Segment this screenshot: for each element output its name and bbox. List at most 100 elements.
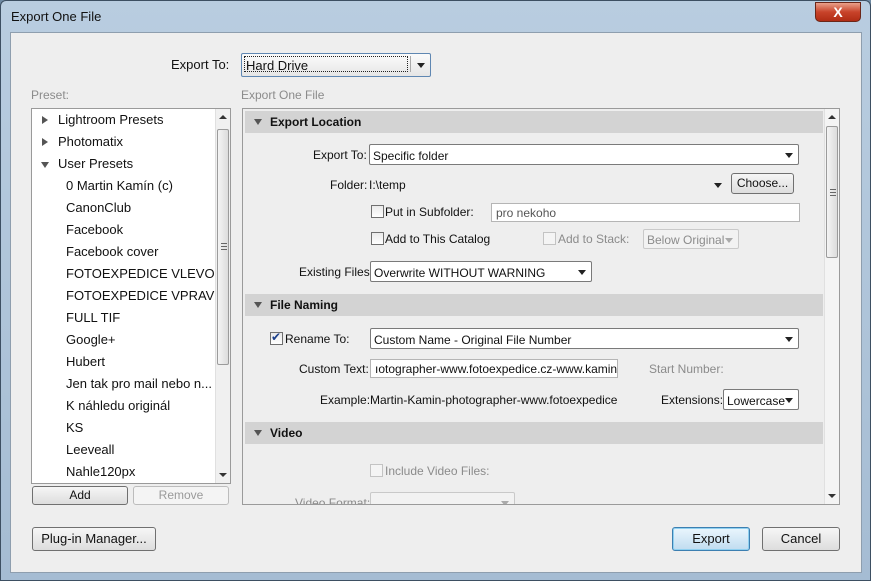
start-number-label: Start Number:: [649, 362, 724, 376]
window-title: Export One File: [11, 9, 102, 24]
existing-files-select[interactable]: Overwrite WITHOUT WARNING: [370, 261, 592, 282]
section-export-location[interactable]: Export Location: [245, 111, 823, 133]
grip-line: [830, 195, 836, 196]
chevron-down-icon: [417, 63, 425, 68]
custom-text-input[interactable]: ıotographer-www.fotoexpedice.cz-www.kami…: [370, 359, 618, 378]
folder-history-dropdown-icon[interactable]: [714, 183, 722, 188]
preset-item[interactable]: FOTOEXPEDICE VLEVO: [66, 263, 215, 285]
preset-item[interactable]: Hubert: [66, 351, 105, 373]
preset-item[interactable]: CanonClub: [66, 197, 131, 219]
section-file-naming[interactable]: File Naming: [245, 294, 823, 316]
preset-scrollbar[interactable]: [215, 109, 230, 483]
group-label: Photomatix: [58, 134, 124, 149]
preset-item[interactable]: Google+: [66, 329, 116, 351]
scroll-up-icon[interactable]: [219, 115, 227, 119]
scroll-down-icon[interactable]: [219, 473, 227, 477]
grip-line: [830, 189, 836, 190]
scroll-thumb[interactable]: [826, 126, 838, 258]
preset-item[interactable]: Facebook: [66, 219, 123, 241]
preset-item[interactable]: Nahle120px: [66, 461, 135, 483]
rename-checkbox[interactable]: [270, 330, 283, 345]
chevron-down-icon: [501, 501, 509, 504]
scroll-up-icon[interactable]: [828, 115, 836, 119]
stack-position-select[interactable]: Below Original: [643, 229, 739, 249]
settings-scrollbar[interactable]: [824, 109, 839, 504]
collapse-arrow-icon: [254, 430, 262, 436]
select-value: Lowercase: [727, 394, 786, 408]
rename-template-select[interactable]: Custom Name - Original File Number: [370, 328, 799, 349]
include-video-label: Include Video Files:: [385, 464, 490, 478]
export-to-value: Hard Drive: [246, 58, 309, 73]
export-to-select[interactable]: Hard Drive: [241, 53, 431, 77]
section-title: Export Location: [270, 115, 362, 129]
choose-folder-button[interactable]: Choose...: [731, 173, 794, 194]
folder-value: I:\temp: [369, 178, 406, 192]
add-preset-button[interactable]: Add: [32, 486, 128, 505]
group-label: User Presets: [58, 156, 134, 171]
preset-item[interactable]: 0 Martin Kamín (c): [66, 175, 173, 197]
existing-files-label: Existing Files:: [299, 265, 374, 279]
extensions-label: Extensions:: [661, 393, 724, 407]
dialog-body: Export To: Hard Drive Preset: Lightroom …: [10, 32, 862, 573]
chevron-down-icon: [785, 337, 793, 342]
close-button[interactable]: X: [815, 2, 861, 22]
export-button[interactable]: Export: [672, 527, 750, 551]
panel-title: Export One File: [241, 88, 325, 102]
chevron-down-icon: [785, 153, 793, 158]
remove-preset-button[interactable]: Remove: [133, 486, 229, 505]
rename-label: Rename To:: [285, 332, 350, 346]
video-format-select[interactable]: [370, 492, 515, 504]
video-format-label: Video Format:: [295, 496, 371, 505]
subfolder-input[interactable]: pro nekoho: [491, 203, 800, 222]
folder-label: Folder:: [330, 178, 368, 192]
preset-item[interactable]: FOTOEXPEDICE VPRAVO: [66, 285, 216, 307]
add-to-stack-checkbox[interactable]: [543, 232, 556, 245]
section-video[interactable]: Video: [245, 422, 823, 444]
section-title: File Naming: [270, 298, 339, 312]
expand-arrow-icon: [42, 138, 48, 146]
preset-item[interactable]: Jen tak pro mail nebo n...: [66, 373, 212, 395]
title-bar[interactable]: Export One File X: [1, 1, 870, 31]
subfolder-label: Put in Subfolder:: [385, 205, 474, 219]
expand-arrow-icon: [42, 116, 48, 124]
settings-panel: Export Location Export To: Specific fold…: [242, 108, 840, 505]
add-to-stack-label: Add to Stack:: [558, 232, 630, 246]
example-label: Example:: [320, 393, 371, 407]
location-export-to-label: Export To:: [313, 148, 367, 162]
preset-item[interactable]: Leeveall: [66, 439, 114, 461]
group-label: Lightroom Presets: [58, 112, 164, 127]
preset-list: Lightroom Presets Photomatix User Preset…: [32, 109, 216, 483]
select-value: Below Original: [647, 233, 725, 247]
scroll-thumb[interactable]: [217, 129, 229, 365]
select-value: Overwrite WITHOUT WARNING: [374, 266, 546, 280]
chevron-down-icon: [785, 398, 793, 403]
chevron-down-icon: [578, 270, 586, 275]
example-value: Martin-Kamin-photographer-www.fotoexpedi…: [370, 393, 618, 407]
plugin-manager-button[interactable]: Plug-in Manager...: [32, 527, 156, 551]
subfolder-checkbox[interactable]: [371, 205, 384, 218]
collapse-arrow-icon: [41, 162, 49, 168]
export-to-label: Export To:: [171, 57, 230, 72]
grip-line: [221, 246, 227, 247]
grip-line: [221, 249, 227, 250]
grip-line: [830, 192, 836, 193]
cancel-button[interactable]: Cancel: [762, 527, 840, 551]
preset-tree: Lightroom Presets Photomatix User Preset…: [31, 108, 231, 484]
collapse-arrow-icon: [254, 302, 262, 308]
preset-label: Preset:: [31, 88, 70, 102]
export-dialog: Export One File X Export To: Hard Drive …: [0, 0, 871, 581]
location-export-to-select[interactable]: Specific folder: [369, 144, 799, 165]
scroll-down-icon[interactable]: [828, 494, 836, 498]
extensions-select[interactable]: Lowercase: [723, 389, 799, 410]
preset-item[interactable]: KS: [66, 417, 83, 439]
preset-item[interactable]: Facebook cover: [66, 241, 159, 263]
include-video-checkbox[interactable]: [370, 464, 383, 477]
add-to-catalog-checkbox[interactable]: [371, 232, 384, 245]
custom-text-label: Custom Text:: [299, 362, 369, 376]
collapse-arrow-icon: [254, 119, 262, 125]
preset-item[interactable]: FULL TIF: [66, 307, 120, 329]
select-value: Custom Name - Original File Number: [374, 333, 572, 347]
grip-line: [221, 243, 227, 244]
section-title: Video: [270, 426, 303, 440]
preset-item[interactable]: K náhledu originál: [66, 395, 170, 417]
